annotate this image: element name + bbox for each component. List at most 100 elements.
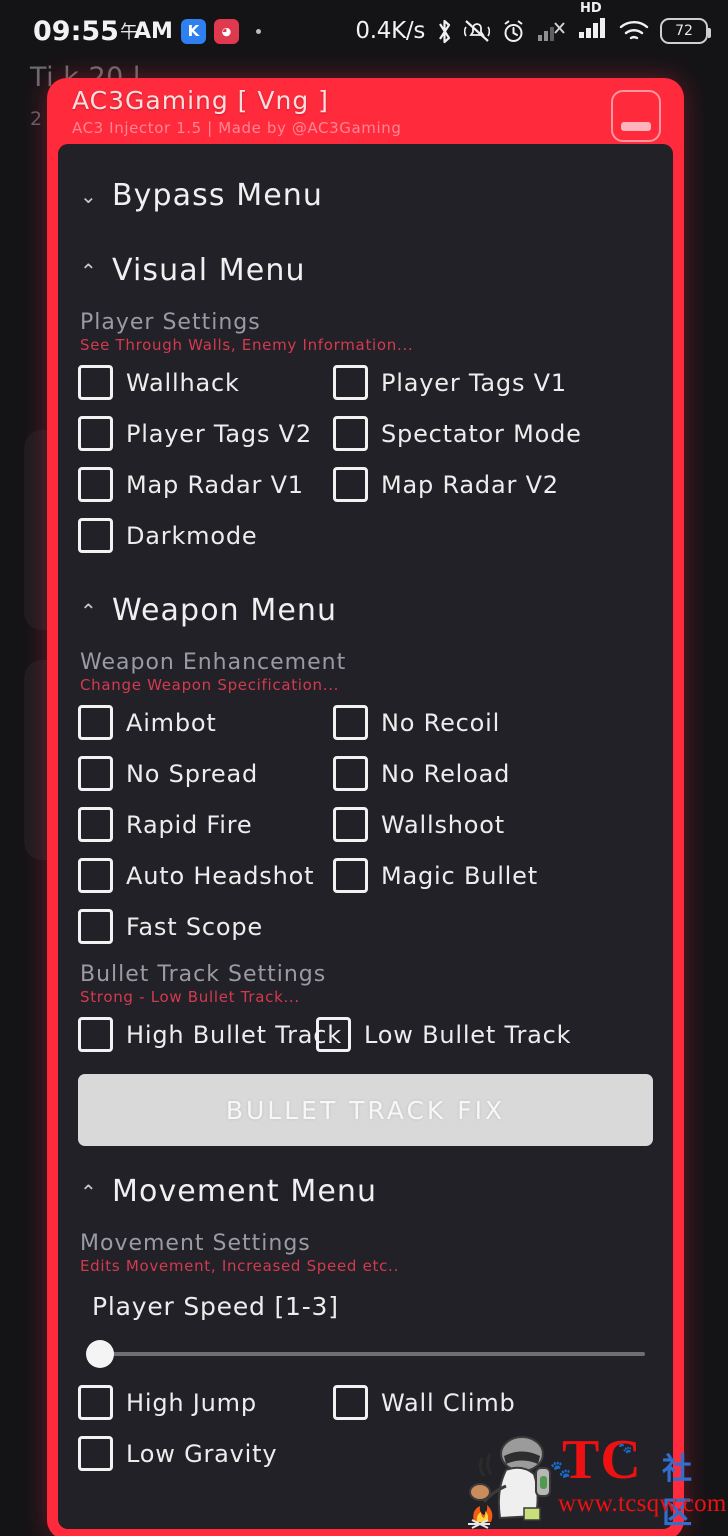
checkbox-wallhack[interactable] xyxy=(78,365,113,400)
background-subtitle: 2 xyxy=(30,108,43,130)
section-label-weapon-menu: Weapon Menu xyxy=(112,593,338,628)
checkbox-label: Rapid Fire xyxy=(126,810,253,839)
panel-header: AC3Gaming [ Vng ] AC3 Injector 1.5 | Mad… xyxy=(58,78,673,144)
group-description-weapon-enhancement: Change Weapon Specification... xyxy=(80,676,340,694)
checkbox-row[interactable]: Map Radar V1 xyxy=(78,467,333,502)
checkbox-row[interactable]: Map Radar V2 xyxy=(333,467,653,502)
checkbox-row[interactable]: Low Bullet Track xyxy=(316,1017,653,1052)
panel-subtitle: AC3 Injector 1.5 | Made by @AC3Gaming xyxy=(72,119,402,138)
checkbox-row[interactable]: Magic Bullet xyxy=(333,858,653,893)
no-sim-signal-icon xyxy=(537,19,567,43)
panel-body: ⌄ Bypass Menu ⌃ Visual Menu Player Setti… xyxy=(58,144,673,1529)
section-label-visual-menu: Visual Menu xyxy=(112,253,306,288)
checkbox-low-gravity[interactable] xyxy=(78,1436,113,1471)
chevron-up-icon: ⌃ xyxy=(80,598,98,623)
chat-app-icon: ◕ xyxy=(213,18,239,44)
checkbox-row[interactable]: Aimbot xyxy=(78,705,333,740)
checkbox-label: Map Radar V1 xyxy=(126,470,304,499)
bullet-track-fix-button[interactable]: BULLET TRACK FIX xyxy=(78,1074,653,1146)
checkbox-rapid-fire[interactable] xyxy=(78,807,113,842)
checkbox-grid-bullet-track: High Bullet Track Low Bullet Track xyxy=(78,1017,653,1052)
checkbox-row[interactable]: Wallshoot xyxy=(333,807,653,842)
checkbox-row[interactable]: Wall Climb xyxy=(333,1385,653,1420)
checkbox-high-bullet-track[interactable] xyxy=(78,1017,113,1052)
checkbox-label: Player Tags V2 xyxy=(126,419,312,448)
checkbox-spectator-mode[interactable] xyxy=(333,416,368,451)
section-header-bypass-menu[interactable]: ⌄ Bypass Menu xyxy=(78,166,653,223)
checkbox-label: Wallshoot xyxy=(381,810,505,839)
checkbox-magic-bullet[interactable] xyxy=(333,858,368,893)
panel-title: AC3Gaming [ Vng ] xyxy=(72,86,329,115)
checkbox-high-jump[interactable] xyxy=(78,1385,113,1420)
checkbox-map-radar-v2[interactable] xyxy=(333,467,368,502)
checkbox-row[interactable]: Spectator Mode xyxy=(333,416,653,451)
checkbox-label: Darkmode xyxy=(126,521,258,550)
status-bar-left: 09:55 午 AM K ◕ xyxy=(0,16,261,47)
chevron-up-icon: ⌃ xyxy=(80,1179,98,1204)
checkbox-row[interactable]: Low Gravity xyxy=(78,1436,333,1471)
checkbox-aimbot[interactable] xyxy=(78,705,113,740)
checkbox-grid-weapon-enhancement: Aimbot No Recoil No Spread No Reload Rap… xyxy=(78,705,653,944)
minimize-icon xyxy=(621,122,651,131)
notification-dot-icon xyxy=(255,28,261,34)
checkbox-row[interactable]: Rapid Fire xyxy=(78,807,333,842)
checkbox-row[interactable]: Auto Headshot xyxy=(78,858,333,893)
checkbox-label: Low Gravity xyxy=(126,1439,278,1468)
checkbox-row[interactable]: No Spread xyxy=(78,756,333,791)
checkbox-wall-climb[interactable] xyxy=(333,1385,368,1420)
checkbox-low-bullet-track[interactable] xyxy=(316,1017,351,1052)
checkbox-row[interactable]: Wallhack xyxy=(78,365,333,400)
group-heading-movement-settings: Movement Settings xyxy=(80,1231,311,1256)
chevron-up-icon: ⌃ xyxy=(80,258,98,283)
checkbox-no-reload[interactable] xyxy=(333,756,368,791)
checkbox-row[interactable]: Player Tags V1 xyxy=(333,365,653,400)
checkbox-grid-movement: High Jump Wall Climb Low Gravity xyxy=(78,1385,653,1471)
minimize-button[interactable] xyxy=(611,90,661,142)
checkbox-label: Magic Bullet xyxy=(381,861,538,890)
player-speed-slider[interactable] xyxy=(86,1337,645,1371)
section-label-bypass-menu: Bypass Menu xyxy=(112,178,324,213)
section-header-movement-menu[interactable]: ⌃ Movement Menu xyxy=(78,1162,653,1219)
checkbox-row[interactable]: No Recoil xyxy=(333,705,653,740)
checkbox-label: No Spread xyxy=(126,759,258,788)
chevron-down-icon: ⌄ xyxy=(80,183,98,208)
battery-percent: 72 xyxy=(675,23,693,39)
checkbox-label: High Jump xyxy=(126,1388,257,1417)
checkbox-player-tags-v1[interactable] xyxy=(333,365,368,400)
slider-label-player-speed: Player Speed [1-3] xyxy=(92,1292,339,1321)
checkbox-label: Spectator Mode xyxy=(381,419,582,448)
kuaishou-app-icon: K xyxy=(180,18,206,44)
checkbox-row[interactable]: Darkmode xyxy=(78,518,333,553)
menu-scroll-area[interactable]: ⌄ Bypass Menu ⌃ Visual Menu Player Setti… xyxy=(58,144,673,1471)
checkbox-wallshoot[interactable] xyxy=(333,807,368,842)
checkbox-label: Aimbot xyxy=(126,708,217,737)
checkbox-row[interactable]: Fast Scope xyxy=(78,909,333,944)
vibrate-off-icon xyxy=(463,18,491,44)
checkbox-label: Auto Headshot xyxy=(126,861,315,890)
checkbox-grid-player-settings: Wallhack Player Tags V1 Player Tags V2 S… xyxy=(78,365,653,553)
wifi-icon xyxy=(619,19,649,43)
checkbox-auto-headshot[interactable] xyxy=(78,858,113,893)
checkbox-no-recoil[interactable] xyxy=(333,705,368,740)
clock-time: 09:55 xyxy=(33,15,119,47)
checkbox-no-spread[interactable] xyxy=(78,756,113,791)
checkbox-label: High Bullet Track xyxy=(126,1020,343,1049)
screen: Ti k 20 l 2 09:55 午 AM K ◕ 0.4K/s xyxy=(0,0,728,1536)
checkbox-row[interactable]: Player Tags V2 xyxy=(78,416,333,451)
checkbox-fast-scope[interactable] xyxy=(78,909,113,944)
slider-thumb[interactable] xyxy=(86,1340,114,1368)
checkbox-row[interactable]: No Reload xyxy=(333,756,653,791)
checkbox-darkmode[interactable] xyxy=(78,518,113,553)
checkbox-row[interactable]: High Bullet Track xyxy=(78,1017,341,1052)
slider-track[interactable] xyxy=(98,1352,645,1356)
checkbox-player-tags-v2[interactable] xyxy=(78,416,113,451)
clock-cjk-marker: 午 xyxy=(119,22,138,43)
bluetooth-icon xyxy=(436,18,453,45)
checkbox-row[interactable]: High Jump xyxy=(78,1385,333,1420)
checkbox-label: Player Tags V1 xyxy=(381,368,567,397)
section-header-visual-menu[interactable]: ⌃ Visual Menu xyxy=(78,241,653,298)
clock-ampm: AM xyxy=(133,18,173,44)
checkbox-map-radar-v1[interactable] xyxy=(78,467,113,502)
checkbox-label: No Reload xyxy=(381,759,511,788)
section-header-weapon-menu[interactable]: ⌃ Weapon Menu xyxy=(78,581,653,638)
